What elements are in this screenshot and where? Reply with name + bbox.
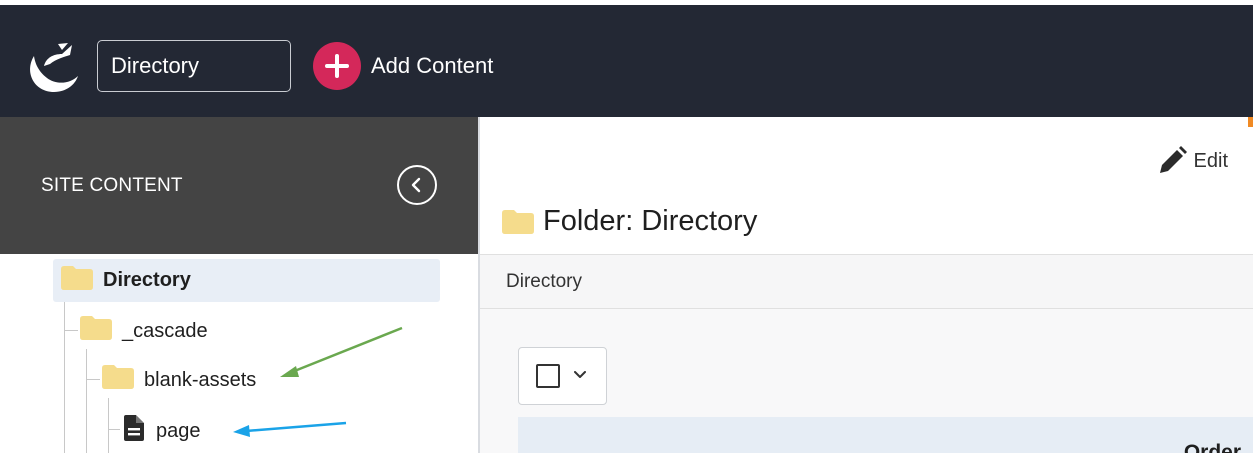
plus-circle-icon: [313, 42, 361, 90]
tree-line: [108, 398, 109, 453]
page-title: Folder: Directory: [502, 205, 757, 238]
tree-line: [64, 302, 65, 453]
tree-item-label: page: [156, 419, 201, 442]
content-area: Order: [480, 309, 1253, 453]
main-header: Edit Folder: Directory: [480, 117, 1253, 254]
folder-icon: [102, 365, 134, 395]
tree-item-blank-assets[interactable]: blank-assets: [102, 365, 256, 395]
checkbox-icon: [536, 364, 560, 388]
site-content-tree: Directory _cascade blank-assets page: [0, 254, 478, 453]
tree-item-label: Directory: [103, 269, 191, 291]
chevron-down-icon: [574, 371, 586, 378]
tree-item-directory[interactable]: Directory: [53, 259, 440, 302]
tree-item-page[interactable]: page: [124, 415, 201, 447]
page-title-text: Folder: Directory: [543, 205, 758, 237]
sidebar-title: SITE CONTENT: [41, 175, 183, 196]
add-content-label: Add Content: [371, 53, 494, 78]
crescent-bird-logo-icon[interactable]: [20, 34, 82, 96]
edit-label: Edit: [1193, 149, 1228, 172]
site-selector[interactable]: Directory: [97, 40, 291, 92]
edit-button[interactable]: Edit: [1157, 146, 1228, 176]
tree-item-label: blank-assets: [144, 368, 257, 391]
tree-item-cascade[interactable]: _cascade: [80, 316, 208, 346]
folder-icon: [80, 316, 112, 346]
tree-line: [86, 349, 87, 453]
select-all-dropdown[interactable]: [518, 347, 607, 405]
accent-mark: [1248, 117, 1253, 127]
sidebar-header: SITE CONTENT: [0, 117, 480, 254]
folder-icon: [502, 209, 534, 234]
folder-icon: [61, 265, 93, 296]
tree-item-label: _cascade: [122, 319, 208, 342]
top-bar: Directory Add Content: [0, 5, 1253, 117]
chevron-left-circle-icon: [411, 177, 421, 193]
tree-line: [86, 379, 100, 380]
breadcrumb[interactable]: Directory: [506, 271, 582, 293]
tree-line: [64, 330, 78, 331]
collapse-sidebar-button[interactable]: [397, 165, 437, 205]
breadcrumb-bar: Directory: [480, 254, 1253, 309]
tree-line: [108, 429, 120, 430]
table-header: Order: [518, 417, 1253, 453]
add-content-button[interactable]: Add Content: [313, 40, 493, 92]
pencil-icon: [1159, 146, 1187, 173]
column-header-order[interactable]: Order: [1184, 441, 1241, 453]
page-icon: [124, 415, 144, 447]
